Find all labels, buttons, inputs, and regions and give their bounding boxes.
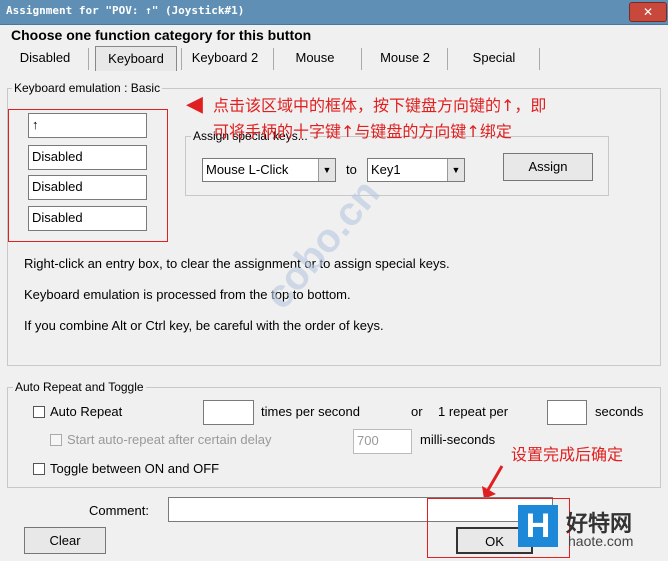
toggle-label: Toggle between ON and OFF	[50, 461, 220, 476]
delay-input[interactable]: 700	[353, 429, 412, 454]
arrow-left-icon: ◀	[186, 92, 203, 117]
auto-repeat-group-label: Auto Repeat and Toggle	[13, 380, 146, 394]
key-entry-1[interactable]: ↑	[28, 113, 147, 138]
auto-repeat-checkbox[interactable]	[33, 406, 45, 418]
delay-checkbox[interactable]	[50, 434, 62, 446]
info-line-1: Right-click an entry box, to clear the a…	[24, 256, 450, 271]
tab-disabled[interactable]: Disabled	[12, 46, 78, 70]
annotation-line-1: 点击该区域中的框体，按下键盘方向键的↑，即	[213, 96, 547, 115]
clear-button[interactable]: Clear	[24, 527, 106, 554]
key-entry-2[interactable]: Disabled	[28, 145, 147, 170]
seconds-label: seconds	[595, 404, 644, 419]
keyboard-group-label: Keyboard emulation : Basic	[12, 81, 163, 95]
site-url: haote.com	[568, 533, 634, 549]
chevron-down-icon[interactable]: ▼	[447, 159, 464, 181]
ok-hint-annotation: 设置完成后确定	[511, 445, 624, 464]
tab-divider	[447, 48, 448, 70]
close-button[interactable]: ✕	[629, 2, 667, 22]
auto-repeat-label: Auto Repeat	[50, 404, 123, 419]
seconds-input[interactable]	[547, 400, 587, 425]
arrow-down-icon	[482, 465, 504, 499]
key-entry-3[interactable]: Disabled	[28, 175, 147, 200]
tab-divider	[273, 48, 274, 70]
info-line-3: If you combine Alt or Ctrl key, be caref…	[24, 318, 384, 333]
or-label: or	[411, 404, 423, 419]
tab-mouse[interactable]: Mouse	[280, 46, 350, 70]
window-title: Assignment for "POV: ↑" (Joystick#1)	[6, 4, 245, 17]
delay-unit-label: milli-seconds	[420, 432, 496, 447]
tab-divider	[181, 48, 182, 70]
tab-special[interactable]: Special	[458, 46, 530, 70]
tab-divider	[361, 48, 362, 70]
comment-label: Comment:	[89, 503, 149, 518]
tab-keyboard[interactable]: Keyboard	[95, 46, 177, 71]
times-per-second-label: times per second	[261, 404, 360, 419]
delay-label: Start auto-repeat after certain delay	[67, 432, 272, 447]
mouse-action-value: Mouse L-Click	[206, 162, 289, 177]
annotation-line-2: 可将手柄的十字键↑与键盘的方向键↑绑定	[213, 122, 512, 141]
key-entry-4[interactable]: Disabled	[28, 206, 147, 231]
page-heading: Choose one function category for this bu…	[11, 27, 312, 43]
toggle-checkbox[interactable]	[33, 463, 45, 475]
tab-divider	[88, 48, 89, 70]
times-per-second-input[interactable]	[203, 400, 254, 425]
one-repeat-label: 1 repeat per	[438, 404, 509, 419]
site-logo-icon: H	[518, 505, 558, 547]
chevron-down-icon[interactable]: ▼	[318, 159, 335, 181]
tab-keyboard-2[interactable]: Keyboard 2	[184, 46, 266, 70]
tab-mouse-2[interactable]: Mouse 2	[370, 46, 440, 70]
mouse-action-select[interactable]: Mouse L-Click ▼	[202, 158, 336, 182]
assign-button[interactable]: Assign	[503, 153, 593, 181]
tab-divider	[539, 48, 540, 70]
